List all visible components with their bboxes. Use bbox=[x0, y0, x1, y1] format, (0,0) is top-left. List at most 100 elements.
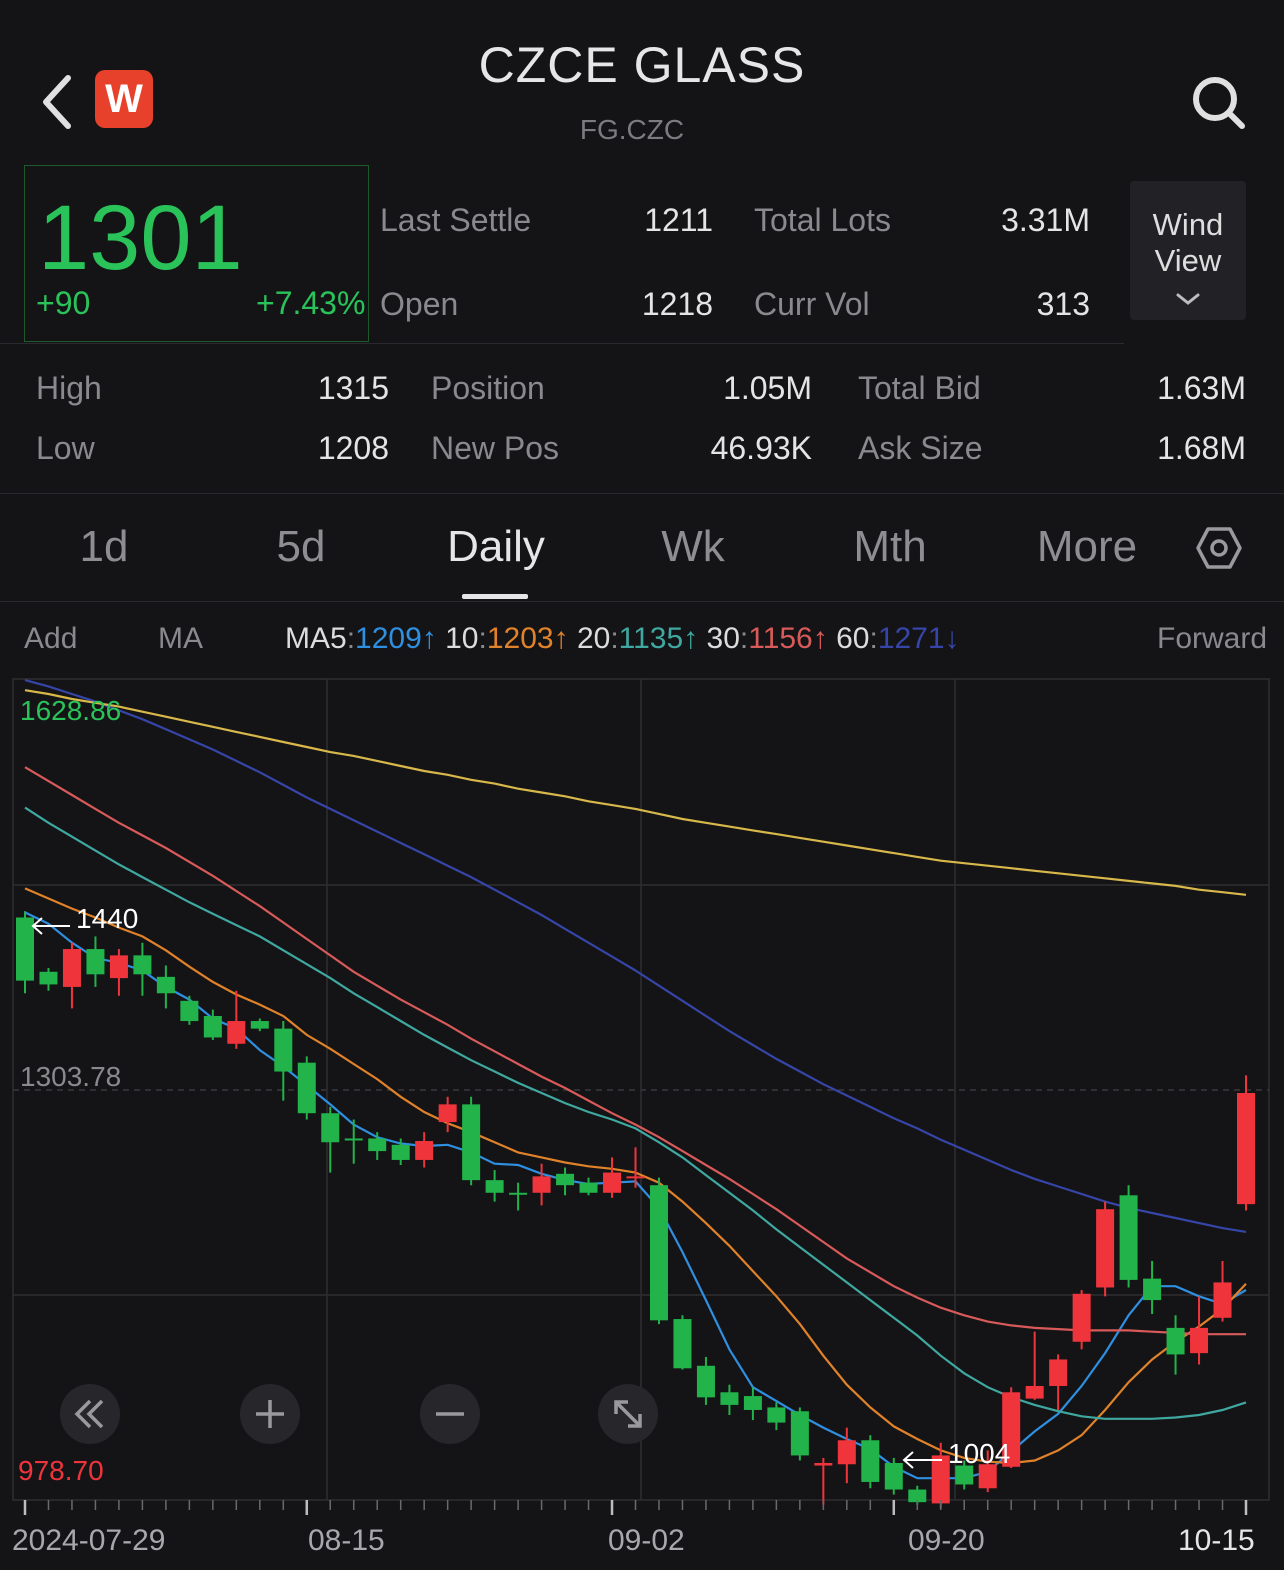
candle bbox=[109, 949, 128, 996]
page-title: CZCE GLASS bbox=[478, 37, 806, 93]
x-tick-label: 2024-07-29 bbox=[12, 1524, 166, 1557]
tab-mth[interactable]: Mth bbox=[810, 522, 970, 572]
instrument-code: FG.CZC bbox=[579, 114, 685, 145]
last-price: 1301 bbox=[38, 187, 243, 289]
curr-vol-value: 313 bbox=[1036, 286, 1090, 322]
candle bbox=[532, 1163, 551, 1206]
settings-icon[interactable] bbox=[1196, 525, 1242, 571]
ma30-value: 1156↑ bbox=[748, 622, 828, 655]
candle bbox=[462, 1096, 481, 1186]
candle bbox=[1119, 1185, 1138, 1288]
candle bbox=[485, 1170, 504, 1202]
high-marker-label: 1440 bbox=[76, 903, 138, 934]
zoom-out-button[interactable] bbox=[420, 1384, 480, 1444]
candle bbox=[415, 1132, 434, 1168]
active-tab-indicator bbox=[462, 594, 528, 599]
search-icon[interactable] bbox=[1188, 72, 1248, 132]
double-chevron-left-icon bbox=[74, 1399, 104, 1429]
tab-1d[interactable]: 1d bbox=[24, 522, 184, 572]
ma-line-20 bbox=[24, 806, 1247, 1420]
candle bbox=[673, 1315, 692, 1370]
ma-selector[interactable]: MA bbox=[158, 622, 203, 656]
divider bbox=[0, 343, 1124, 344]
ma10-label: 10 bbox=[445, 622, 479, 655]
ask-size-label: Ask Size bbox=[858, 430, 983, 466]
add-indicator-button[interactable]: Add bbox=[24, 622, 77, 656]
ma5-value: 1209↑ bbox=[355, 622, 437, 655]
high-marker: 1440 bbox=[31, 903, 138, 935]
high-value: 1315 bbox=[317, 370, 389, 406]
candle bbox=[297, 1056, 316, 1120]
price-change: +90 bbox=[36, 285, 91, 321]
high-label: High bbox=[36, 370, 102, 406]
candle bbox=[250, 1018, 269, 1032]
minus-icon bbox=[436, 1412, 464, 1416]
candle bbox=[39, 967, 58, 991]
low-label: Low bbox=[36, 430, 95, 466]
x-tick-label: 09-02 bbox=[608, 1524, 685, 1557]
y-min-label: 978.70 bbox=[18, 1455, 104, 1486]
plus-icon bbox=[256, 1400, 284, 1428]
candle bbox=[1166, 1315, 1185, 1375]
candle bbox=[344, 1119, 363, 1164]
total-bid-value: 1.63M bbox=[1157, 370, 1246, 406]
tab-wk[interactable]: Wk bbox=[613, 522, 773, 572]
candle bbox=[1096, 1201, 1115, 1297]
candle bbox=[156, 965, 175, 1009]
candle bbox=[1143, 1260, 1162, 1314]
curr-vol-label: Curr Vol bbox=[754, 286, 870, 322]
forward-adjust-button[interactable]: Forward bbox=[1157, 622, 1267, 656]
candle bbox=[603, 1157, 622, 1198]
divider bbox=[0, 493, 1284, 494]
candle bbox=[556, 1167, 575, 1196]
open-value: 1218 bbox=[641, 286, 713, 322]
candle bbox=[814, 1457, 833, 1505]
ma20-label: 20 bbox=[576, 622, 611, 655]
ma-values: MA5:1209↑ 10:1203↑ 20:1135↑ 30:1156↑ 60:… bbox=[285, 622, 960, 655]
x-tick-label: 10-15 bbox=[1178, 1524, 1255, 1557]
scroll-left-button[interactable] bbox=[60, 1384, 120, 1444]
price-change-pct: +7.43% bbox=[256, 285, 366, 321]
y-mid-label: 1303.78 bbox=[20, 1061, 121, 1092]
candle bbox=[509, 1182, 528, 1211]
new-pos-label: New Pos bbox=[431, 430, 560, 466]
ma60-value: 1271↓ bbox=[877, 622, 960, 655]
low-value: 1208 bbox=[317, 430, 389, 466]
candle bbox=[1190, 1296, 1209, 1365]
candle bbox=[861, 1435, 880, 1489]
open-label: Open bbox=[380, 286, 459, 322]
wind-view-line2: View bbox=[1154, 243, 1222, 278]
tab-more[interactable]: More bbox=[1007, 522, 1167, 572]
candle bbox=[1237, 1075, 1255, 1211]
candle bbox=[767, 1402, 786, 1431]
candle bbox=[274, 1021, 293, 1101]
candle bbox=[86, 936, 105, 987]
candle bbox=[1072, 1290, 1091, 1350]
x-tick-label: 09-20 bbox=[908, 1524, 985, 1557]
tab-daily[interactable]: Daily bbox=[416, 522, 576, 572]
zoom-in-button[interactable] bbox=[240, 1384, 300, 1444]
low-marker-label: 1004 bbox=[948, 1438, 1010, 1469]
candle bbox=[1025, 1331, 1044, 1400]
wind-view-button[interactable]: Wind View bbox=[1130, 181, 1246, 320]
candle bbox=[321, 1106, 340, 1173]
ma5-label: MA5 bbox=[285, 622, 347, 655]
last-settle-label: Last Settle bbox=[380, 202, 532, 238]
candle bbox=[884, 1457, 903, 1495]
ma20-value: 1135↑ bbox=[618, 622, 699, 655]
candle bbox=[579, 1177, 598, 1196]
position-value: 1.05M bbox=[723, 370, 812, 406]
y-max-label: 1628.86 bbox=[20, 695, 121, 726]
total-bid-label: Total Bid bbox=[858, 370, 981, 406]
candle bbox=[368, 1132, 387, 1160]
total-lots-value: 3.31M bbox=[1001, 202, 1090, 238]
wind-view-line1: Wind bbox=[1152, 207, 1224, 242]
candle bbox=[133, 942, 152, 996]
last-settle-value: 1211 bbox=[644, 202, 713, 238]
candle bbox=[1049, 1354, 1068, 1410]
tab-5d[interactable]: 5d bbox=[221, 522, 381, 572]
divider bbox=[0, 601, 1284, 602]
candle bbox=[62, 942, 81, 1009]
ma-line-120 bbox=[24, 689, 1247, 896]
fullscreen-button[interactable] bbox=[598, 1384, 658, 1444]
